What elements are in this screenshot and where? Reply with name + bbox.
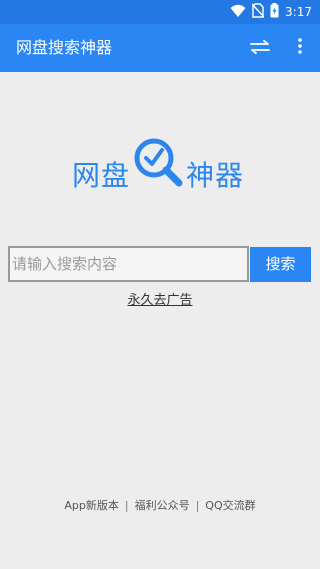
status-bar: 3:17 bbox=[0, 0, 320, 24]
footer-link-qq-group[interactable]: QQ交流群 bbox=[205, 497, 255, 513]
more-options-button[interactable] bbox=[290, 36, 310, 60]
footer-separator: | bbox=[195, 498, 200, 512]
battery-charging-icon bbox=[270, 2, 279, 22]
logo-text-right: 神器 bbox=[186, 159, 245, 192]
app-title: 网盘搜索神器 bbox=[16, 38, 113, 57]
footer-separator: | bbox=[124, 498, 129, 512]
footer-link-new-version[interactable]: App新版本 bbox=[64, 497, 119, 513]
app-logo: 网盘 神器 bbox=[72, 136, 248, 198]
swap-button[interactable] bbox=[246, 36, 274, 60]
status-icons: 3:17 bbox=[230, 2, 312, 22]
wifi-icon bbox=[230, 3, 246, 22]
no-sim-icon bbox=[251, 2, 265, 22]
search-input[interactable] bbox=[8, 246, 249, 282]
magnifier-check-icon bbox=[130, 136, 186, 192]
search-button[interactable]: 搜索 bbox=[250, 247, 311, 282]
status-time: 3:17 bbox=[285, 5, 312, 19]
more-vert-icon bbox=[298, 38, 302, 58]
app-bar: 网盘搜索神器 bbox=[0, 24, 320, 72]
swap-icon bbox=[250, 39, 270, 58]
logo-text-left: 网盘 bbox=[72, 159, 131, 192]
remove-ads-row: 永久去广告 bbox=[0, 292, 320, 310]
footer-links: App新版本 | 福利公众号 | QQ交流群 bbox=[0, 496, 320, 514]
footer-link-wechat-account[interactable]: 福利公众号 bbox=[135, 497, 190, 513]
remove-ads-link[interactable]: 永久去广告 bbox=[127, 293, 192, 308]
